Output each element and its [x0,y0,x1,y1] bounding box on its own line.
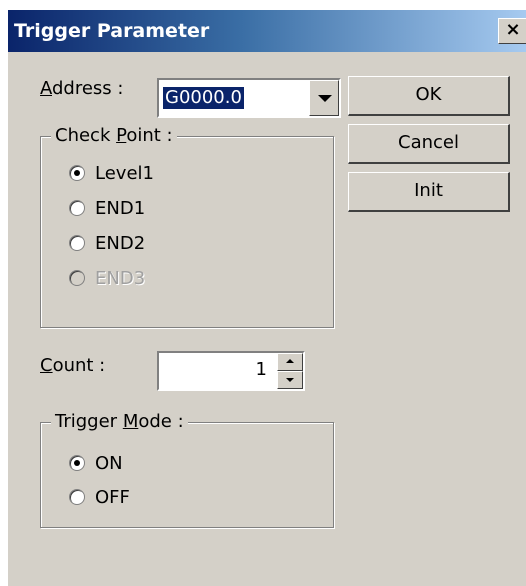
dialog-title: Trigger Parameter [14,20,210,42]
trigger-parameter-dialog: Trigger Parameter × Address : G0000.0 OK… [8,10,526,586]
address-value[interactable]: G0000.0 [163,87,244,109]
radio-button[interactable] [69,165,85,181]
trigger-mode-group: Trigger Mode : ON OFF [40,411,334,528]
chevron-down-icon [318,95,332,102]
trigger-mode-title: Trigger Mode : [51,411,188,432]
arrow-down-icon [286,378,294,382]
radio-button[interactable] [69,200,85,216]
radio-button[interactable] [69,235,85,251]
spin-up-button[interactable] [277,353,303,371]
address-dropdown-button[interactable] [309,80,339,116]
title-bar[interactable]: Trigger Parameter × [8,10,526,52]
check-point-group: Check Point : Level1 END1 END2 END3 [40,125,334,328]
count-spinner[interactable]: 1 [157,351,305,391]
spin-down-button[interactable] [277,371,303,389]
close-icon: × [505,19,521,40]
cancel-button[interactable]: Cancel [348,124,510,164]
arrow-up-icon [286,359,294,363]
radio-button[interactable] [69,455,85,471]
address-combobox[interactable]: G0000.0 [157,78,341,118]
init-button[interactable]: Init [348,172,510,212]
radio-button[interactable] [69,489,85,505]
count-value[interactable]: 1 [256,359,267,380]
radio-button [69,270,85,286]
address-label: Address : [40,78,124,99]
check-point-title: Check Point : [51,125,177,146]
ok-button[interactable]: OK [348,76,510,116]
close-button[interactable]: × [498,18,526,44]
count-label: Count : [40,355,106,376]
